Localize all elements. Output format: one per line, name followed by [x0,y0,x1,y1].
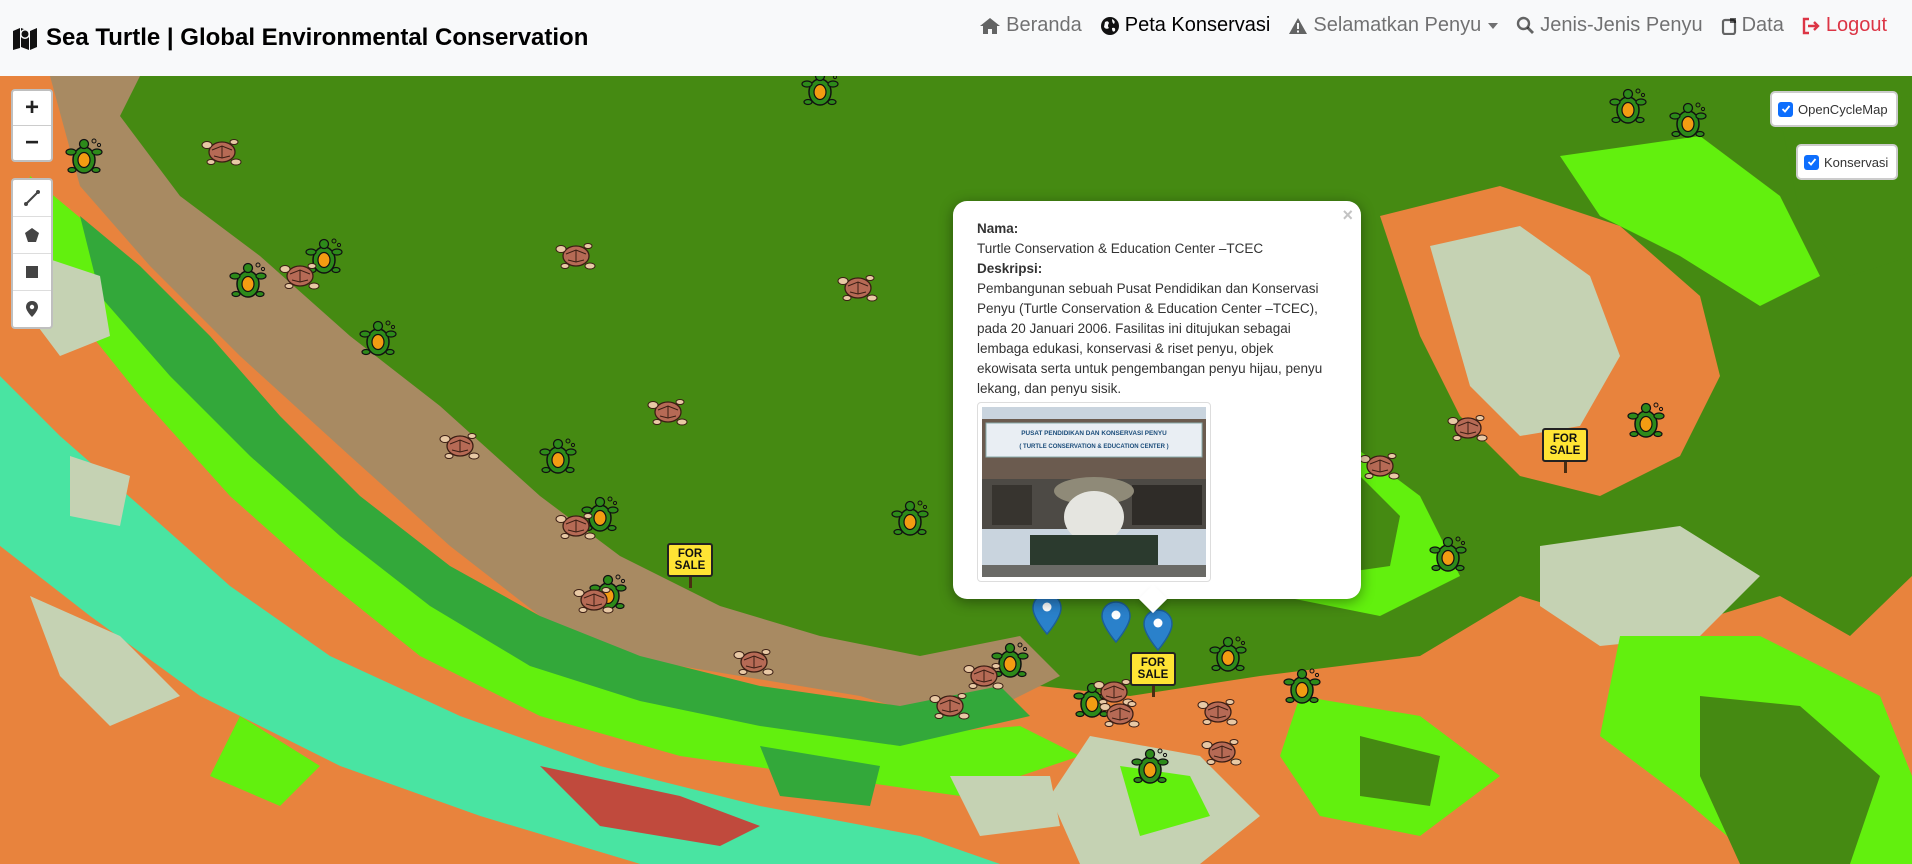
brand-title: Sea Turtle | Global Environmental Conser… [46,24,589,51]
draw-rectangle-icon [26,266,38,278]
brand[interactable]: Sea Turtle | Global Environmental Conser… [12,24,588,52]
draw-marker-icon [26,301,38,317]
nav-data-label: Data [1741,14,1784,36]
nav-peta-konservasi-label: Peta Konservasi [1124,14,1271,36]
zoom-out-button[interactable]: − [13,126,51,160]
marker-popup: × Nama: Turtle Conservation & Education … [953,201,1361,614]
zoom-in-button[interactable]: + [13,91,51,126]
photo-sign-line1: PUSAT PENDIDIKAN DAN KONSERVASI PENYU [1021,430,1167,437]
checkbox-checked-icon[interactable] [1778,101,1793,117]
popup-name-value: Turtle Conservation & Education Center –… [977,241,1264,256]
nav-selamatkan-penyu-label: Selamatkan Penyu [1313,14,1482,36]
nav-menu: Beranda Peta Konservasi Selamatkan Penyu… [970,14,1896,37]
nav-logout[interactable]: Logout [1793,14,1896,37]
logout-icon [1802,17,1820,34]
nav-selamatkan-penyu-dropdown[interactable]: Selamatkan Penyu [1279,14,1507,37]
draw-polyline-icon [24,190,40,206]
zoom-control: + − [11,89,53,162]
photo-sign-line2: ( TURTLE CONSERVATION & EDUCATION CENTER… [1019,444,1168,450]
layer-label-konservasi: Konservasi [1824,154,1889,170]
popup-desc-value: Pembangunan sebuah Pusat Pendidikan dan … [977,281,1323,396]
draw-polygon-icon [25,228,39,242]
draw-marker-button[interactable] [13,291,51,327]
nav-beranda-label: Beranda [1006,14,1082,36]
for-sale-marker[interactable]: FOR SALE [1130,652,1176,697]
popup-name-label: Nama: [977,221,1019,236]
checkbox-checked-icon[interactable] [1804,154,1819,170]
draw-polygon-button[interactable] [13,217,51,254]
draw-rectangle-button[interactable] [13,254,51,291]
for-sale-line1: FOR [1552,433,1578,445]
layer-toggle-opencyclemap[interactable]: OpenCycleMap [1770,91,1898,127]
conservation-center-photo: PUSAT PENDIDIKAN DAN KONSERVASI PENYU ( … [982,407,1206,577]
for-sale-marker[interactable]: FOR SALE [1542,428,1588,473]
nav-peta-konservasi[interactable]: Peta Konservasi [1091,14,1280,37]
search-icon [1517,16,1535,34]
globe-icon [1100,16,1119,35]
popup-close-button[interactable]: × [1342,205,1353,225]
popup-desc-label: Deskripsi: [977,261,1043,276]
map-icon [13,28,37,50]
nav-beranda[interactable]: Beranda [970,14,1091,37]
warning-icon [1289,17,1308,34]
nav-jenis-jenis-penyu[interactable]: Jenis-Jenis Penyu [1507,14,1711,37]
for-sale-line2: SALE [1137,669,1169,681]
nav-data[interactable]: Data [1712,14,1793,37]
for-sale-marker[interactable]: FOR SALE [667,543,713,588]
for-sale-line1: FOR [1140,657,1166,669]
layer-toggle-konservasi[interactable]: Konservasi [1796,144,1899,180]
database-icon [1721,17,1736,35]
nav-logout-label: Logout [1825,14,1887,36]
chevron-down-icon [1488,22,1499,29]
layer-label-opencyclemap: OpenCycleMap [1798,101,1888,117]
for-sale-line2: SALE [674,560,706,572]
nav-jenis-jenis-penyu-label: Jenis-Jenis Penyu [1540,14,1703,36]
for-sale-line2: SALE [1549,445,1581,457]
navbar: Sea Turtle | Global Environmental Conser… [0,0,1912,76]
home-icon [980,17,1001,34]
draw-toolbar [11,178,53,329]
draw-polyline-button[interactable] [13,180,51,217]
popup-photo: PUSAT PENDIDIKAN DAN KONSERVASI PENYU ( … [977,402,1211,582]
for-sale-line1: FOR [677,548,703,560]
